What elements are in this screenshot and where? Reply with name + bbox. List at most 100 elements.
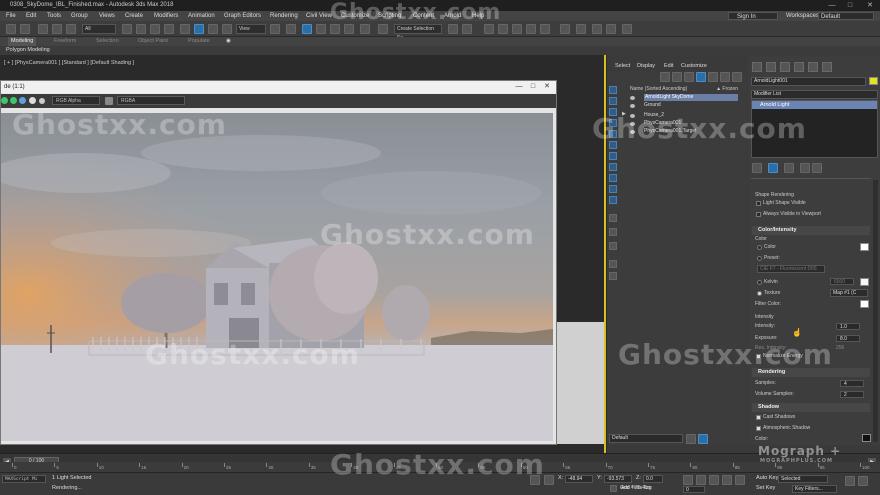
menu-group[interactable]: Group (71, 11, 88, 21)
z-coordinate-field[interactable]: 0.0 (643, 475, 663, 483)
ribbon-tab-selection[interactable]: Selection (96, 37, 119, 46)
select-manipulate-icon[interactable] (286, 24, 296, 34)
scale-icon[interactable] (208, 24, 218, 34)
undo-icon[interactable] (6, 24, 16, 34)
create-tab-icon[interactable] (752, 62, 762, 72)
align-icon[interactable] (448, 24, 458, 34)
samples-spinner[interactable]: 4 (840, 380, 864, 387)
rotate-icon[interactable] (194, 24, 204, 34)
kelvin-spinner[interactable]: 6500 (830, 278, 854, 285)
move-icon[interactable] (180, 24, 190, 34)
auto-key-button[interactable]: Auto Key (756, 475, 778, 482)
viewport-label[interactable]: [ + ] [PhysCamera001 ] [Standard ] [Defa… (4, 60, 134, 66)
workspace-dropdown[interactable]: Default (818, 12, 874, 20)
add-time-tag-button[interactable]: Add Time Tag (621, 485, 651, 492)
frame-close-button[interactable]: ✕ (541, 81, 553, 93)
preset-radio[interactable] (757, 256, 762, 261)
time-tag-icon[interactable] (610, 485, 617, 492)
texture-radio[interactable] (757, 291, 762, 296)
object-name-field[interactable]: ArnoldLight001 (751, 77, 866, 86)
color-swatch[interactable] (860, 243, 869, 251)
a360-gallery-icon[interactable] (622, 24, 632, 34)
redo-icon[interactable] (20, 24, 30, 34)
display-bones-icon[interactable] (609, 185, 617, 193)
layer-explorer-icon[interactable] (484, 24, 494, 34)
select-by-name-icon[interactable] (136, 24, 146, 34)
selection-filter-dropdown[interactable]: All (82, 24, 116, 34)
absolute-mode-icon[interactable] (544, 475, 554, 485)
filter-icon[interactable] (672, 72, 682, 82)
command-panel-scrollbar[interactable] (873, 180, 878, 442)
scene-menu-edit[interactable]: Edit (664, 61, 673, 71)
filter-icon[interactable] (609, 260, 617, 268)
filter-icon[interactable] (684, 72, 694, 82)
menu-modifiers[interactable]: Modifiers (154, 11, 178, 21)
options-icon[interactable] (732, 72, 742, 82)
pan-view-icon[interactable] (845, 476, 855, 486)
menu-views[interactable]: Views (99, 11, 115, 21)
cast-shadows-checkbox[interactable] (756, 415, 761, 420)
key-filters-button[interactable]: Key Filters... (792, 485, 837, 493)
filter-color-swatch[interactable] (860, 300, 869, 308)
atmospheric-shadow-checkbox[interactable] (756, 426, 761, 431)
sign-in-button[interactable]: Sign In (728, 12, 778, 20)
go-to-end-icon[interactable] (735, 475, 745, 485)
scene-menu-select[interactable]: Select (615, 61, 630, 71)
display-containers-icon[interactable] (609, 196, 617, 204)
layer-dropdown[interactable]: Default (609, 434, 683, 443)
toggle-ribbon-icon[interactable] (498, 24, 508, 34)
ribbon-tab-freeform[interactable]: Freeform (54, 37, 76, 46)
sort-icon[interactable] (698, 434, 708, 444)
show-end-result-icon[interactable] (768, 163, 778, 173)
menu-civil-view[interactable]: Civil View (306, 11, 332, 21)
schematic-view-icon[interactable] (526, 24, 536, 34)
display-spacewarps-icon[interactable] (609, 152, 617, 160)
kelvin-swatch[interactable] (860, 278, 869, 286)
placement-icon[interactable] (222, 24, 232, 34)
material-editor-icon[interactable] (540, 24, 550, 34)
invert-display-icon[interactable] (609, 242, 617, 250)
display-tab-icon[interactable] (808, 62, 818, 72)
eye-icon[interactable] (630, 96, 635, 100)
mirror-icon[interactable] (378, 24, 388, 34)
filter-active-icon[interactable] (696, 72, 706, 82)
name-column-header[interactable]: Name (Sorted Ascending) (630, 86, 687, 92)
named-selection-dropdown[interactable]: Create Selection Se (394, 24, 442, 41)
reference-coordinate-dropdown[interactable]: View (236, 24, 266, 34)
display-groups-icon[interactable] (609, 163, 617, 171)
link-icon[interactable] (38, 24, 48, 34)
current-frame-field[interactable]: 0 (683, 486, 705, 493)
spinner-snap-icon[interactable] (344, 24, 354, 34)
render-production-icon[interactable] (592, 24, 602, 34)
eye-icon[interactable] (630, 104, 635, 108)
alpha-channel-icon[interactable] (29, 97, 36, 104)
angle-snap-icon[interactable] (316, 24, 326, 34)
display-none-icon[interactable] (609, 86, 617, 94)
filter-icon[interactable] (660, 72, 670, 82)
frame-maximize-button[interactable]: □ (527, 81, 539, 93)
object-color-swatch[interactable] (869, 77, 878, 85)
menu-graph-editors[interactable]: Graph Editors (224, 11, 261, 21)
previous-key-icon[interactable] (696, 475, 706, 485)
frame-minimize-button[interactable]: — (513, 81, 525, 93)
swatch-icon[interactable] (105, 97, 113, 105)
hierarchy-tab-icon[interactable] (780, 62, 790, 72)
toggle-scene-explorer-icon[interactable] (462, 24, 472, 34)
menu-edit[interactable]: Edit (26, 11, 36, 21)
render-setup-icon[interactable] (560, 24, 570, 34)
sync-icon[interactable] (720, 72, 730, 82)
go-to-start-icon[interactable] (683, 475, 693, 485)
make-unique-icon[interactable] (784, 163, 794, 173)
maximize-button[interactable]: □ (842, 0, 858, 11)
color-intensity-rollout[interactable]: Color/Intensity (752, 226, 870, 235)
y-coordinate-field[interactable]: -93.573 (604, 475, 632, 483)
percent-snap-icon[interactable] (330, 24, 340, 34)
next-key-icon[interactable] (722, 475, 732, 485)
close-button[interactable]: ✕ (862, 0, 878, 11)
frozen-column-header[interactable]: ▲ Frozen (716, 85, 738, 93)
channel-display-dropdown[interactable]: RGB Alpha (52, 96, 100, 105)
bind-space-warp-icon[interactable] (66, 24, 76, 34)
pin-stack-icon[interactable] (752, 163, 762, 173)
scene-menu-customize[interactable]: Customize (681, 61, 707, 71)
set-key-button[interactable]: Set Key (756, 485, 775, 492)
